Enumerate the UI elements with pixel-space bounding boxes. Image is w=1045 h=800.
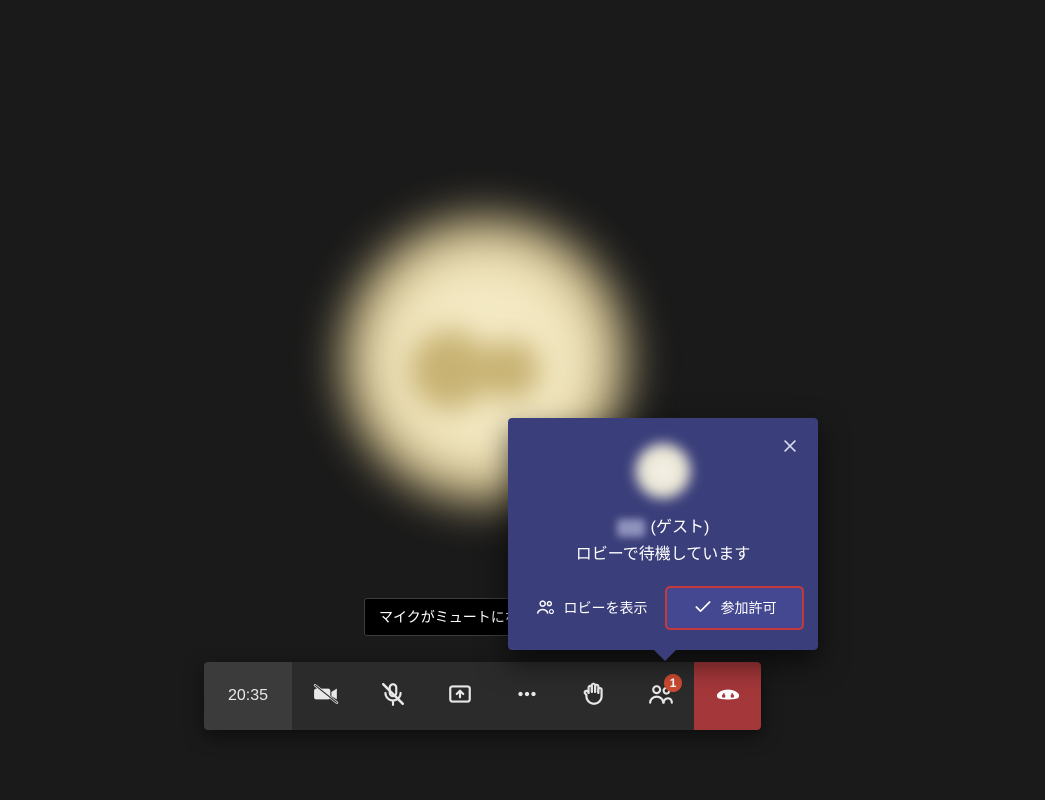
hang-up-icon bbox=[715, 681, 741, 712]
raise-hand-icon bbox=[581, 681, 607, 712]
more-options-button[interactable] bbox=[493, 662, 560, 730]
lobby-guest-avatar bbox=[634, 442, 692, 500]
view-lobby-label: ロビーを表示 bbox=[564, 598, 648, 618]
admit-button[interactable]: 参加許可 bbox=[667, 588, 802, 628]
mic-off-icon bbox=[380, 681, 406, 712]
call-duration: 20:35 bbox=[204, 662, 292, 730]
lobby-notification-popup: (ゲスト) ロビーで待機しています ロビーを表示 bbox=[508, 418, 818, 650]
participants-badge: 1 bbox=[664, 674, 682, 692]
participants-button[interactable]: 1 bbox=[627, 662, 694, 730]
hang-up-button[interactable] bbox=[694, 662, 761, 730]
participant-avatar-initials-blur bbox=[410, 310, 550, 430]
camera-toggle-button[interactable] bbox=[292, 662, 359, 730]
lobby-waiting-text: ロビーで待機しています bbox=[508, 541, 818, 568]
lobby-guest-suffix: (ゲスト) bbox=[651, 514, 710, 541]
popup-tail bbox=[654, 650, 676, 661]
camera-off-icon bbox=[313, 681, 339, 712]
raise-hand-button[interactable] bbox=[560, 662, 627, 730]
mic-toggle-button[interactable] bbox=[359, 662, 426, 730]
lobby-message: (ゲスト) ロビーで待機しています bbox=[508, 514, 818, 568]
more-icon bbox=[514, 681, 540, 712]
close-icon[interactable] bbox=[776, 432, 804, 460]
meeting-stage: マイクがミュートにな (ゲスト) ロビーで待機しています bbox=[0, 0, 1045, 800]
lobby-action-row: ロビーを表示 参加許可 bbox=[508, 588, 818, 628]
share-screen-button[interactable] bbox=[426, 662, 493, 730]
share-screen-icon bbox=[447, 681, 473, 712]
meeting-control-bar: 20:35 bbox=[204, 662, 761, 730]
admit-label: 参加許可 bbox=[721, 598, 777, 618]
lobby-guest-name-redacted bbox=[617, 519, 645, 537]
check-icon bbox=[693, 597, 713, 620]
view-lobby-button[interactable]: ロビーを表示 bbox=[524, 588, 659, 628]
people-add-icon bbox=[536, 597, 556, 620]
